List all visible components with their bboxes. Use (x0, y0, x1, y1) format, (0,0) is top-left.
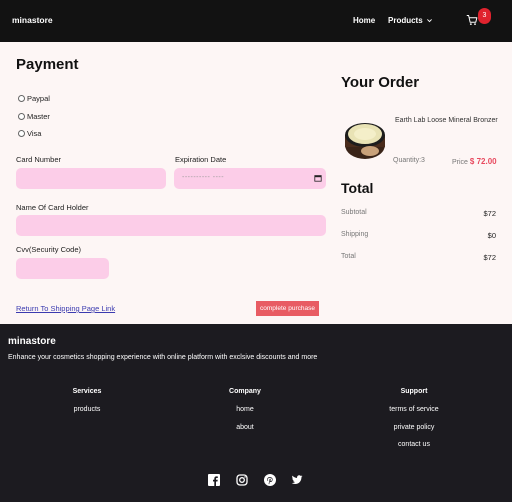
footer-company-title: Company (229, 388, 261, 395)
top-navbar: minastore Home Products 3 (0, 0, 512, 42)
radio-button[interactable] (18, 113, 25, 120)
total-title: Total (341, 180, 374, 196)
facebook-icon[interactable] (208, 474, 220, 486)
cvv-label: Cvv(Security Code) (16, 245, 82, 254)
expiration-date-input[interactable]: ---------- ---- (174, 168, 326, 189)
cvv-input[interactable] (16, 258, 109, 279)
payment-title: Payment (16, 56, 79, 73)
calendar-icon[interactable] (314, 174, 322, 182)
nav-products-dropdown[interactable]: Products (388, 16, 433, 25)
radio-label: Visa (27, 129, 42, 138)
subtotal-value: $72 (483, 209, 496, 218)
cart-icon[interactable] (466, 14, 478, 26)
product-name: Earth Lab Loose Mineral Bronzer (395, 117, 498, 124)
footer-link-terms[interactable]: terms of service (374, 406, 454, 413)
footer-link-privacy[interactable]: private policy (374, 424, 454, 431)
radio-button[interactable] (18, 95, 25, 102)
subtotal-label: Subtotal (341, 209, 367, 216)
instagram-icon[interactable] (236, 474, 248, 486)
card-number-input[interactable] (16, 168, 166, 189)
radio-visa[interactable]: Visa (18, 129, 41, 138)
product-quantity: Quantity:3 (393, 157, 425, 164)
radio-label: Paypal (27, 94, 50, 103)
shipping-value: $0 (487, 231, 496, 240)
nav-home-link[interactable]: Home (353, 16, 375, 25)
total-value: $72 (483, 253, 496, 262)
radio-paypal[interactable]: Paypal (18, 94, 50, 103)
nav-products-label: Products (388, 16, 423, 25)
chevron-down-icon (426, 19, 432, 23)
price-label: Price (452, 159, 468, 166)
radio-master[interactable]: Master (18, 112, 50, 121)
radio-button[interactable] (18, 130, 25, 137)
footer: minastore Enhance your cosmetics shoppin… (0, 324, 512, 502)
footer-tagline: Enhance your cosmetics shopping experien… (8, 354, 318, 361)
cart-count-badge: 3 (478, 8, 491, 24)
product-image (345, 123, 385, 159)
brand-logo[interactable]: minastore (12, 15, 53, 25)
footer-link-products[interactable]: products (47, 406, 127, 413)
return-to-shipping-link[interactable]: Return To Shipping Page Link (16, 304, 115, 313)
radio-label: Master (27, 112, 50, 121)
footer-link-home[interactable]: home (205, 406, 285, 413)
footer-link-about[interactable]: about (205, 424, 285, 431)
card-holder-input[interactable] (16, 215, 326, 236)
expiration-placeholder: ---------- ---- (182, 174, 225, 181)
pinterest-icon[interactable] (264, 474, 276, 486)
total-label: Total (341, 253, 356, 260)
order-title: Your Order (341, 74, 420, 91)
card-holder-label: Name Of Card Holder (16, 203, 89, 212)
expiration-label: Expiration Date (175, 155, 227, 164)
shipping-label: Shipping (341, 231, 369, 238)
footer-services-title: Services (72, 388, 102, 395)
complete-purchase-button[interactable]: complete purchase (256, 301, 319, 316)
price-value: $ 72.00 (469, 157, 497, 166)
footer-support-title: Support (400, 388, 428, 395)
product-price: Price $ 72.00 (452, 157, 497, 166)
footer-brand: minastore (8, 336, 56, 347)
card-number-label: Card Number (16, 155, 62, 164)
twitter-icon[interactable] (291, 474, 303, 486)
footer-link-contact[interactable]: contact us (374, 441, 454, 448)
